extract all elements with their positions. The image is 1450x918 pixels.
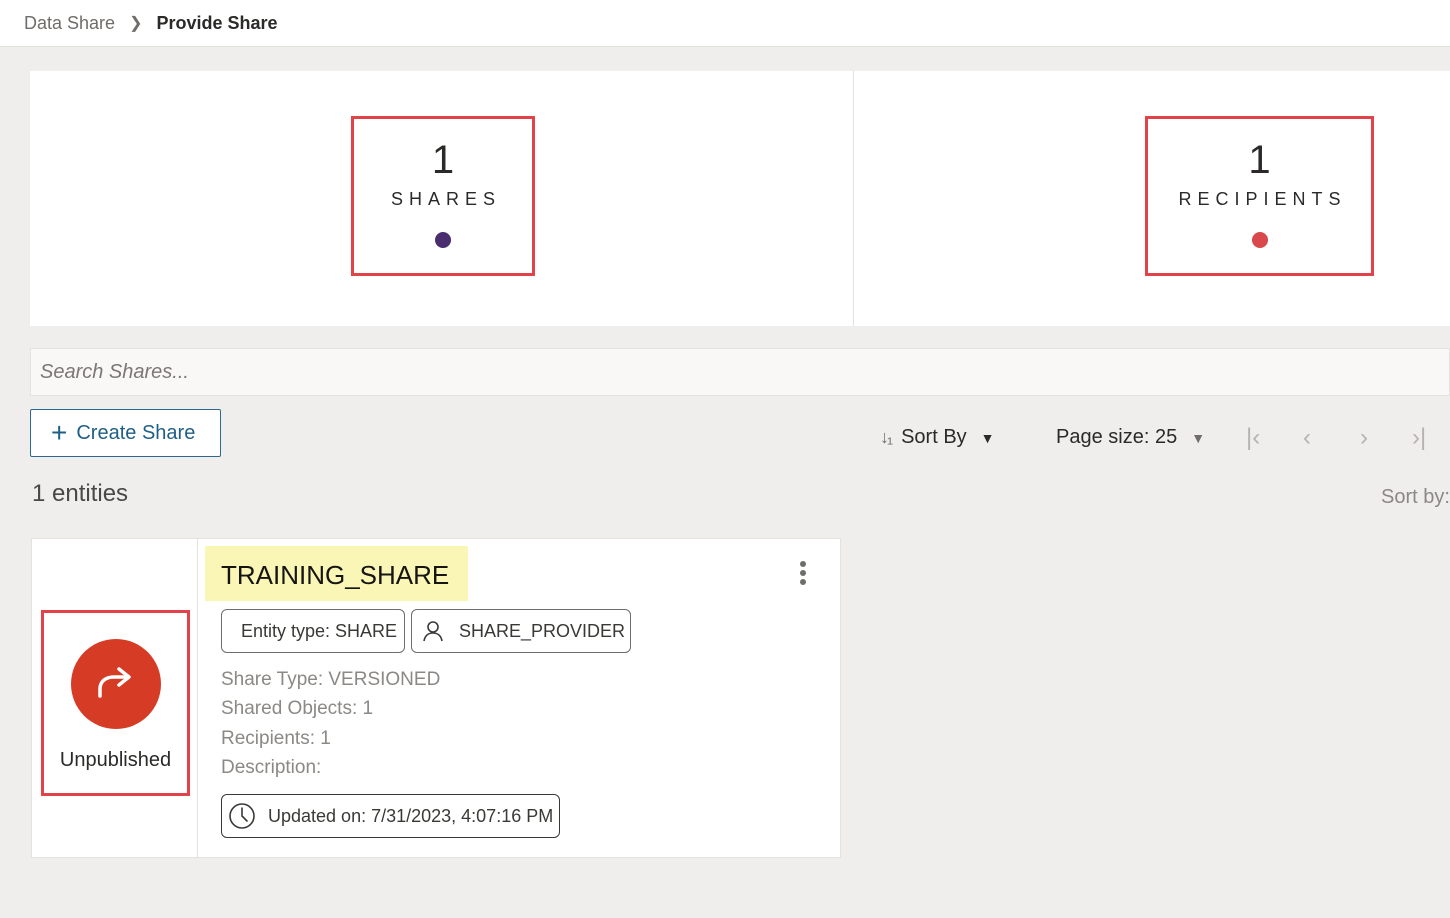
summary-panel: 1 SHARES 1 RECIPIENTS — [30, 71, 1450, 326]
shares-dot — [435, 232, 451, 248]
shares-label: SHARES — [390, 189, 502, 209]
search-input[interactable] — [30, 348, 1450, 396]
breadcrumb-data-share[interactable]: Data Share — [24, 13, 115, 34]
share-card[interactable]: Unpublished TRAINING_SHARE Entity type: … — [31, 538, 841, 858]
recipients-stat[interactable]: 1 RECIPIENTS — [1145, 116, 1374, 276]
share-type: Share Type: VERSIONED — [221, 669, 441, 690]
breadcrumb-bar: Data Share ❯ Provide Share — [0, 0, 1450, 47]
page-size-label: Page size: 25 — [1056, 426, 1178, 448]
recipients-count: 1 — [1248, 138, 1271, 182]
shares-stat[interactable]: 1 SHARES — [351, 116, 535, 276]
next-page-icon[interactable]: › — [1360, 424, 1368, 452]
chevron-right-icon: ❯ — [129, 15, 143, 32]
share-forward-icon — [70, 639, 161, 729]
create-share-label: Create Share — [76, 421, 196, 444]
recipients-dot — [1251, 232, 1268, 248]
sort-by-right-label[interactable]: Sort by: — [1381, 486, 1450, 509]
recipients-label: RECIPIENTS — [1178, 189, 1347, 209]
sort-by-dropdown[interactable]: ↓₁ Sort By ▼ — [880, 426, 995, 449]
plus-icon: + — [51, 417, 68, 448]
share-details: TRAINING_SHARE Entity type: SHARE SHARE_… — [198, 539, 840, 857]
page-size-dropdown[interactable]: Page size: 25 ▼ — [1056, 426, 1205, 449]
entity-type-chip: Entity type: SHARE — [221, 609, 405, 653]
clock-icon — [229, 803, 255, 829]
recipients-count-text: Recipients: 1 — [221, 728, 331, 749]
status-label: Unpublished — [59, 749, 172, 771]
updated-label: Updated on: 7/31/2023, 4:07:16 PM — [268, 805, 554, 826]
shares-stat-cell: 1 SHARES — [30, 71, 854, 326]
updated-chip: Updated on: 7/31/2023, 4:07:16 PM — [221, 794, 560, 838]
shares-count: 1 — [431, 138, 455, 182]
owner-label: SHARE_PROVIDER — [459, 620, 626, 641]
user-icon — [423, 621, 443, 642]
breadcrumb-provide-share: Provide Share — [156, 12, 278, 33]
previous-page-icon[interactable]: ‹ — [1303, 424, 1311, 452]
caret-down-icon: ▼ — [1191, 429, 1206, 446]
last-page-icon[interactable]: ›| — [1412, 424, 1426, 452]
description: Description: — [221, 757, 322, 778]
first-page-icon[interactable]: |‹ — [1246, 424, 1260, 452]
share-status-column: Unpublished — [32, 539, 198, 857]
owner-chip: SHARE_PROVIDER — [411, 609, 631, 653]
status-highlight: Unpublished — [41, 610, 190, 796]
share-title[interactable]: TRAINING_SHARE — [205, 546, 468, 601]
sort-order-icon: ↓₁ — [880, 427, 893, 447]
recipients-stat-cell: 1 RECIPIENTS — [854, 71, 1450, 326]
create-share-button[interactable]: + Create Share — [30, 409, 221, 457]
shared-objects: Shared Objects: 1 — [221, 698, 374, 719]
share-forward-glyph — [97, 667, 131, 698]
sort-by-label: Sort By — [901, 426, 967, 448]
caret-down-icon: ▼ — [980, 429, 995, 446]
entities-count: 1 entities — [32, 480, 129, 507]
kebab-menu-icon[interactable] — [796, 561, 810, 591]
